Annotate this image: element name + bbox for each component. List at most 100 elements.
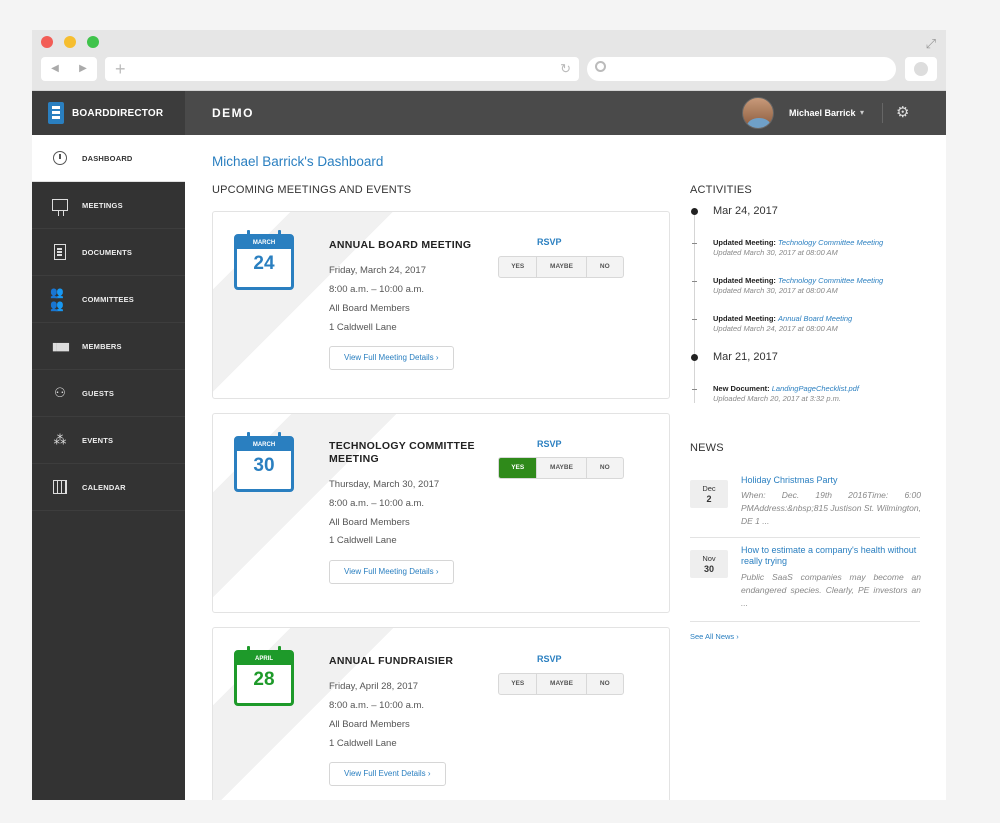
rsvp-label: RSVP bbox=[537, 237, 562, 247]
members-icon: ▮▮▮▮ bbox=[51, 340, 70, 353]
maximize-window-button[interactable] bbox=[87, 36, 99, 48]
event-attendees: All Board Members bbox=[329, 517, 410, 528]
sidebar-item-dashboard[interactable]: DASHBOARD bbox=[32, 135, 185, 182]
activity-action: Updated Meeting: bbox=[713, 276, 776, 285]
gear-icon[interactable]: ⚙ bbox=[896, 91, 909, 135]
calendar-date-icon: MARCH 24 bbox=[234, 230, 294, 290]
rsvp-maybe-button[interactable]: MAYBE bbox=[537, 458, 587, 478]
news-title: NEWS bbox=[690, 442, 724, 454]
news-day: 30 bbox=[703, 564, 714, 574]
chevron-down-icon[interactable]: ▾ bbox=[860, 91, 864, 135]
header-divider bbox=[882, 103, 883, 123]
sidebar-item-label: MEMBERS bbox=[82, 341, 122, 351]
user-avatar[interactable] bbox=[742, 97, 774, 129]
activity-timeline bbox=[694, 208, 695, 403]
rsvp-yes-button[interactable]: YES bbox=[499, 458, 538, 478]
rsvp-maybe-button[interactable]: MAYBE bbox=[537, 257, 587, 277]
back-arrow-icon[interactable]: ◀ bbox=[41, 57, 69, 81]
browser-chrome: ⤢ ◀ ▶ + ↻ bbox=[32, 30, 946, 91]
calendar-month: MARCH bbox=[237, 237, 291, 249]
rsvp-no-button[interactable]: NO bbox=[587, 257, 623, 277]
activity-timestamp: Updated March 24, 2017 at 08:00 AM bbox=[713, 324, 838, 333]
news-month: Dec bbox=[702, 484, 716, 493]
history-buttons: ◀ ▶ bbox=[41, 57, 97, 81]
activities-title: ACTIVITIES bbox=[690, 184, 752, 196]
rsvp-button-group: YES MAYBE NO bbox=[498, 673, 624, 695]
sidebar-item-label: EVENTS bbox=[82, 435, 114, 445]
event-time: 8:00 a.m. – 10:00 a.m. bbox=[329, 700, 425, 711]
sidebar-item-meetings[interactable]: MEETINGS bbox=[32, 182, 185, 229]
rsvp-no-button[interactable]: NO bbox=[587, 674, 623, 694]
browser-extension-button[interactable] bbox=[905, 57, 937, 81]
sidebar-item-label: COMMITTEES bbox=[82, 294, 134, 304]
browser-window: ⤢ ◀ ▶ + ↻ BOARDDIRECTOR DEMO Michael Bar… bbox=[32, 30, 946, 800]
event-title: ANNUAL BOARD MEETING bbox=[329, 239, 472, 251]
close-window-button[interactable] bbox=[41, 36, 53, 48]
fullscreen-icon[interactable]: ⤢ bbox=[926, 36, 936, 52]
event-time: 8:00 a.m. – 10:00 a.m. bbox=[329, 498, 425, 509]
sidebar-item-label: GUESTS bbox=[82, 388, 115, 398]
rsvp-yes-button[interactable]: YES bbox=[499, 674, 538, 694]
activity-item: Updated Meeting: Annual Board Meeting Up… bbox=[713, 314, 933, 334]
news-item: Dec 2 Holiday Christmas Party When: Dec.… bbox=[690, 475, 921, 538]
timeline-dot bbox=[691, 208, 698, 215]
user-menu-name[interactable]: Michael Barrick bbox=[789, 91, 856, 135]
activity-link[interactable]: Technology Committee Meeting bbox=[778, 276, 883, 285]
rsvp-label: RSVP bbox=[537, 439, 562, 449]
calendar-day: 30 bbox=[253, 455, 275, 476]
sidebar-item-label: DOCUMENTS bbox=[82, 247, 133, 257]
news-excerpt: When: Dec. 19th 2016Time: 6:00 PMAddress… bbox=[741, 490, 921, 526]
sidebar-item-calendar[interactable]: CALENDAR bbox=[32, 464, 185, 511]
reload-icon[interactable]: ↻ bbox=[560, 57, 571, 81]
event-location: 1 Caldwell Lane bbox=[329, 738, 397, 749]
news-headline-link[interactable]: How to estimate a company's health witho… bbox=[741, 545, 921, 567]
activity-link[interactable]: Annual Board Meeting bbox=[778, 314, 852, 323]
calendar-month: APRIL bbox=[237, 653, 291, 665]
sidebar-item-members[interactable]: ▮▮▮▮ MEMBERS bbox=[32, 323, 185, 370]
news-day: 2 bbox=[706, 494, 712, 504]
rsvp-no-button[interactable]: NO bbox=[587, 458, 623, 478]
news-month: Nov bbox=[702, 554, 716, 563]
browser-search-input[interactable] bbox=[587, 57, 896, 81]
view-event-details-button[interactable]: View Full Event Details › bbox=[329, 762, 446, 786]
sidebar-item-documents[interactable]: DOCUMENTS bbox=[32, 229, 185, 276]
activity-action: New Document: bbox=[713, 384, 770, 393]
news-date-badge: Dec 2 bbox=[690, 480, 728, 508]
news-date-badge: Nov 30 bbox=[690, 550, 728, 578]
calendar-date-icon: MARCH 30 bbox=[234, 432, 294, 492]
forward-arrow-icon[interactable]: ▶ bbox=[69, 57, 97, 81]
view-meeting-details-button[interactable]: View Full Meeting Details › bbox=[329, 346, 454, 370]
new-tab-icon[interactable]: + bbox=[115, 57, 126, 81]
activity-action: Updated Meeting: bbox=[713, 314, 776, 323]
activity-item: Updated Meeting: Technology Committee Me… bbox=[713, 238, 933, 258]
app-header: BOARDDIRECTOR DEMO Michael Barrick ▾ ⚙ bbox=[32, 91, 946, 135]
rsvp-maybe-button[interactable]: MAYBE bbox=[537, 674, 587, 694]
sidebar-item-events[interactable]: ⁂ EVENTS bbox=[32, 417, 185, 464]
news-headline-link[interactable]: Holiday Christmas Party bbox=[741, 475, 921, 486]
timeline-dot bbox=[691, 354, 698, 361]
document-icon bbox=[50, 242, 70, 262]
sidebar-item-label: DASHBOARD bbox=[82, 153, 133, 163]
rsvp-label: RSVP bbox=[537, 654, 562, 664]
activity-item: New Document: LandingPageChecklist.pdf U… bbox=[713, 384, 933, 404]
see-all-news-link[interactable]: See All News › bbox=[690, 632, 739, 641]
address-bar[interactable]: + ↻ bbox=[105, 57, 579, 81]
event-location: 1 Caldwell Lane bbox=[329, 535, 397, 546]
brand-name: BOARDDIRECTOR bbox=[72, 107, 164, 119]
activity-date: Mar 24, 2017 bbox=[713, 205, 778, 217]
minimize-window-button[interactable] bbox=[64, 36, 76, 48]
circle-icon bbox=[914, 62, 928, 76]
sidebar: DASHBOARD MEETINGS DOCUMENTS 👥👥 COMMITTE… bbox=[32, 135, 185, 800]
organization-name: DEMO bbox=[212, 106, 254, 120]
activity-link[interactable]: LandingPageChecklist.pdf bbox=[772, 384, 859, 393]
sidebar-item-guests[interactable]: ⚇ GUESTS bbox=[32, 370, 185, 417]
rsvp-yes-button[interactable]: YES bbox=[499, 257, 538, 277]
view-meeting-details-button[interactable]: View Full Meeting Details › bbox=[329, 560, 454, 584]
activity-link[interactable]: Technology Committee Meeting bbox=[778, 238, 883, 247]
brand-logo-area[interactable]: BOARDDIRECTOR bbox=[32, 91, 185, 135]
sidebar-item-committees[interactable]: 👥👥 COMMITTEES bbox=[32, 276, 185, 323]
calendar-date-icon: APRIL 28 bbox=[234, 646, 294, 706]
calendar-day: 24 bbox=[253, 253, 275, 274]
event-card: MARCH 30 TECHNOLOGY COMMITTEE MEETING Th… bbox=[212, 413, 670, 613]
activity-action: Updated Meeting: bbox=[713, 238, 776, 247]
